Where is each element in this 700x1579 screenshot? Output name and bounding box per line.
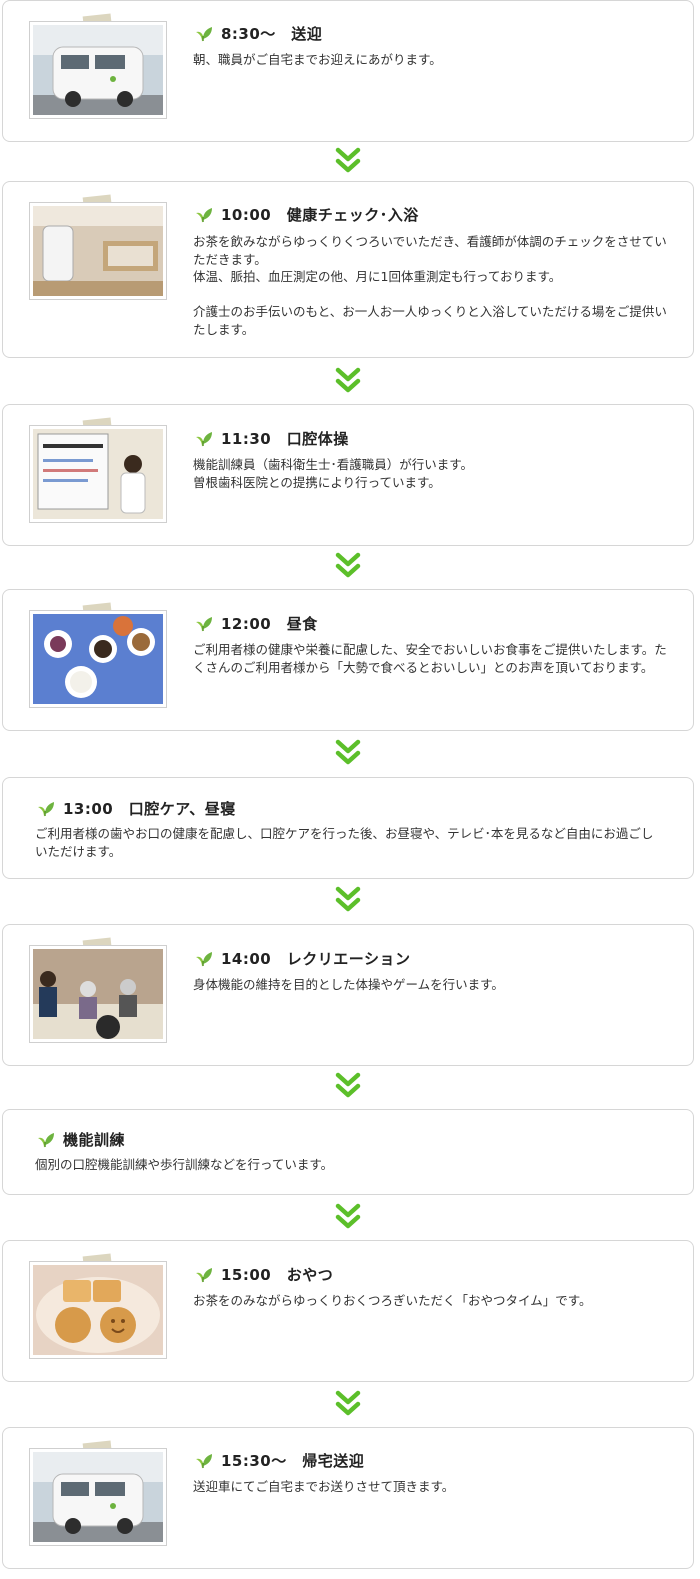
- item-title: 8:30～ 送迎: [221, 25, 323, 43]
- item-title: 12:00 昼食: [221, 615, 318, 633]
- sprout-icon: [195, 206, 213, 224]
- item-description: 送迎車にてご自宅までお送りさせて頂きます。: [193, 1479, 455, 1494]
- item-description: ご利用者様の健康や栄養に配慮した、安全でおいしいお食事をご提供いたします。たくさ…: [193, 642, 667, 675]
- snack-photo: [29, 1261, 167, 1359]
- double-chevron-down-icon: [334, 1072, 362, 1100]
- double-chevron-down-icon: [334, 1390, 362, 1418]
- item-title: 15:00 おやつ: [221, 1266, 334, 1284]
- item-description: ご利用者様の歯やお口の健康を配慮し、口腔ケアを行った後、お昼寝や、テレビ･本を見…: [35, 826, 654, 859]
- schedule-card-return: 15:30～ 帰宅送迎 送迎車にてご自宅までお送りさせて頂きます。: [2, 1427, 694, 1569]
- item-description: 朝、職員がご自宅までお迎えにあがります。: [193, 52, 442, 67]
- sprout-icon: [37, 1131, 55, 1149]
- item-description: お茶を飲みながらゆっくりくつろいでいただき、看護師が体調のチェックをさせていただ…: [193, 234, 667, 337]
- schedule-card-pickup: 8:30～ 送迎 朝、職員がご自宅までお迎えにあがります。: [2, 0, 694, 142]
- sprout-icon: [195, 430, 213, 448]
- schedule-card-lunch: 12:00 昼食 ご利用者様の健康や栄養に配慮した、安全でおいしいお食事をご提供…: [2, 589, 694, 731]
- double-chevron-down-icon: [334, 367, 362, 395]
- sprout-icon: [195, 950, 213, 968]
- sprout-icon: [195, 25, 213, 43]
- schedule-card-oral-care: 13:00 口腔ケア、昼寝 ご利用者様の歯やお口の健康を配慮し、口腔ケアを行った…: [2, 777, 694, 879]
- item-description: 個別の口腔機能訓練や歩行訓練などを行っています。: [35, 1157, 334, 1172]
- sprout-icon: [195, 1452, 213, 1470]
- recreation-photo: [29, 945, 167, 1043]
- schedule-card-oral-exercise: 11:30 口腔体操 機能訓練員（歯科衛生士･看護職員）が行います。 曽根歯科医…: [2, 404, 694, 546]
- double-chevron-down-icon: [334, 1203, 362, 1231]
- lunch-photo: [29, 610, 167, 708]
- item-title: 10:00 健康チェック･入浴: [221, 206, 419, 224]
- double-chevron-down-icon: [334, 739, 362, 767]
- item-title: 機能訓練: [63, 1131, 126, 1149]
- item-description: 身体機能の維持を目的とした体操やゲームを行います。: [193, 977, 504, 992]
- schedule-card-snack: 15:00 おやつ お茶をのみながらゆっくりおくつろぎいただく「おやつタイム」で…: [2, 1240, 694, 1382]
- item-title: 13:00 口腔ケア、昼寝: [63, 800, 236, 818]
- schedule-card-health-check: 10:00 健康チェック･入浴 お茶を飲みながらゆっくりくつろいでいただき、看護…: [2, 181, 694, 358]
- van-photo: [29, 1448, 167, 1546]
- sprout-icon: [195, 1266, 213, 1284]
- double-chevron-down-icon: [334, 147, 362, 175]
- double-chevron-down-icon: [334, 886, 362, 914]
- schedule-card-function-training: 機能訓練 個別の口腔機能訓練や歩行訓練などを行っています。: [2, 1109, 694, 1195]
- item-title: 15:30～ 帰宅送迎: [221, 1452, 365, 1470]
- item-title: 14:00 レクリエーション: [221, 950, 411, 968]
- item-description: 機能訓練員（歯科衛生士･看護職員）が行います。 曽根歯科医院との提携により行って…: [193, 457, 474, 490]
- van-photo: [29, 21, 167, 119]
- sprout-icon: [195, 615, 213, 633]
- sprout-icon: [37, 800, 55, 818]
- item-description: お茶をのみながらゆっくりおくつろぎいただく「おやつタイム」です。: [193, 1293, 592, 1308]
- bath-photo: [29, 202, 167, 300]
- schedule-card-recreation: 14:00 レクリエーション 身体機能の維持を目的とした体操やゲームを行います。: [2, 924, 694, 1066]
- exercise-photo: [29, 425, 167, 523]
- double-chevron-down-icon: [334, 552, 362, 580]
- item-title: 11:30 口腔体操: [221, 430, 349, 448]
